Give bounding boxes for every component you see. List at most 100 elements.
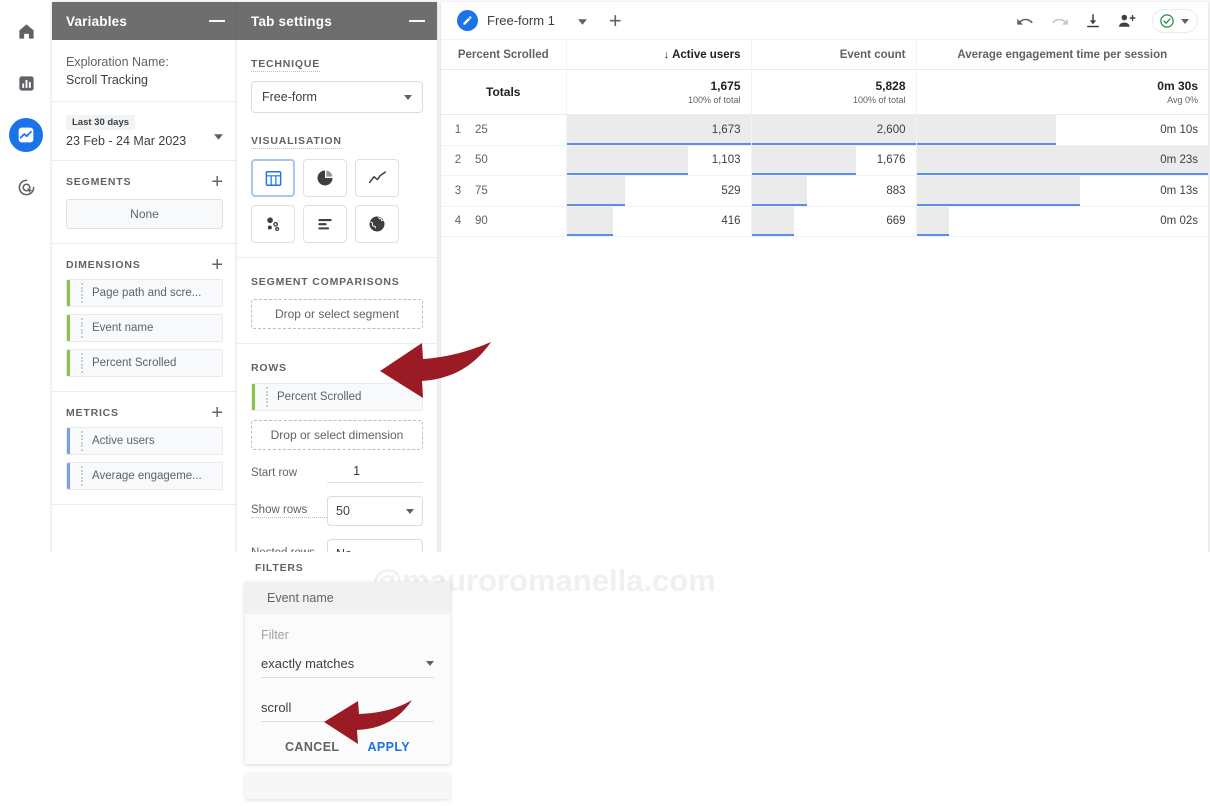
filter-value-input[interactable]: scroll [261,700,434,722]
rows-chip-label: Percent Scrolled [277,391,362,403]
drag-handle-icon[interactable] [261,387,271,407]
viz-option-donut-chart[interactable] [303,159,347,197]
column-header-avg-engagement[interactable]: Average engagement time per session [915,40,1208,70]
segment-comparisons-section: SEGMENT COMPARISONS Drop or select segme… [237,258,437,343]
table-chart-icon [265,170,281,186]
table-row[interactable]: 1 25 1,673 2,600 0m 10s [441,115,1208,146]
scatter-chart-icon [267,217,280,232]
date-range-selector[interactable]: Last 30 days 23 Feb - 24 Mar 2023 [52,102,237,160]
table-row[interactable]: 2 50 1,103 1,676 0m 23s [441,145,1208,176]
row-avg-engagement-cell: 0m 02s [915,206,1208,237]
totals-avg-engagement-cell: 0m 30s Avg 0% [915,70,1208,115]
start-row-value[interactable]: 1 [327,463,423,483]
save-status-badge[interactable] [1152,9,1198,33]
row-event-count-cell: 669 [750,206,916,237]
drag-handle-icon[interactable] [76,431,86,451]
drag-handle-icon[interactable] [76,466,86,486]
show-rows-select[interactable]: 50 [327,496,423,526]
filter-cancel-button[interactable]: CANCEL [285,740,339,754]
rows-drop-zone[interactable]: Drop or select dimension [251,420,423,450]
viz-option-geo-map[interactable] [355,205,399,243]
chevron-down-icon[interactable] [577,12,587,30]
drag-handle-icon[interactable] [76,283,86,303]
row-dimension-value: 75 [475,184,488,197]
metric-chip-active-users[interactable]: Active users [66,427,223,455]
cell-value: 1,673 [711,123,741,136]
viz-option-scatter-chart[interactable] [251,205,295,243]
undo-icon [1017,18,1033,25]
row-avg-engagement-cell: 0m 10s [915,115,1208,146]
technique-section: TECHNIQUE Free-form VISUALISATION [237,40,437,257]
explore-icon [18,127,34,143]
row-dimension-value: 50 [475,154,488,167]
cell-value: 0m 10s [1160,123,1198,136]
dimension-chip-percent-scrolled[interactable]: Percent Scrolled [66,349,223,377]
metric-chip-avg-engagement[interactable]: Average engageme... [66,462,223,490]
add-metric-button[interactable]: + [211,403,223,423]
filter-apply-button[interactable]: APPLY [367,740,410,754]
column-label: Event count [839,48,906,61]
segments-none-item[interactable]: None [66,199,223,229]
nested-rows-select[interactable]: No [327,539,423,552]
add-tab-button[interactable]: + [609,8,622,34]
dimension-accent-bar [252,384,255,410]
show-rows-field[interactable]: Show rows 50 [251,496,423,526]
redo-button[interactable] [1050,12,1069,31]
drag-handle-icon[interactable] [76,353,86,373]
metrics-section: METRICS + Active users Average engageme.… [52,392,237,504]
undo-button[interactable] [1016,12,1035,31]
viz-option-bar-chart[interactable] [303,205,347,243]
nav-item-advertising[interactable] [9,170,43,204]
row-active-users-cell: 1,673 [565,115,751,146]
segment-drop-zone[interactable]: Drop or select segment [251,299,423,329]
table-row[interactable]: 3 75 529 883 0m 13s [441,176,1208,207]
row-dimension-cell: 2 50 [441,146,566,176]
row-active-users-cell: 1,103 [565,145,751,176]
geo-map-icon [369,216,385,232]
drag-handle-icon[interactable] [76,318,86,338]
filter-add-placeholder[interactable] [245,773,450,799]
rows-section: ROWS Percent Scrolled Drop or select dim… [237,344,437,552]
technique-value: Free-form [262,90,317,104]
dimension-accent-bar [67,350,70,376]
nav-item-home[interactable] [9,14,43,48]
share-button[interactable] [1117,12,1137,30]
technique-select[interactable]: Free-form [251,81,423,113]
tab-settings-panel-body: TECHNIQUE Free-form VISUALISATION SEGMEN… [237,40,437,552]
column-header-percent-scrolled[interactable]: Percent Scrolled [441,40,566,70]
variables-panel-body: Exploration Name: Scroll Tracking Last 3… [52,40,237,505]
viz-option-line-chart[interactable] [355,159,399,197]
nav-item-explore[interactable] [9,118,43,152]
totals-subvalue: 100% of total [687,95,741,105]
tab-bar: Free-form 1 + [441,2,1208,40]
tab-free-form-1[interactable]: Free-form 1 [451,4,597,38]
rows-chip-percent-scrolled[interactable]: Percent Scrolled [251,383,423,411]
totals-value: 5,828 [875,79,906,93]
metric-accent-bar [67,428,70,454]
cell-value: 1,103 [711,154,741,167]
row-dimension-cell: 4 90 [441,207,566,237]
nested-rows-label: Nested rows [251,547,327,552]
column-header-active-users[interactable]: ↓ Active users [565,40,751,70]
column-header-event-count[interactable]: Event count [750,40,916,70]
filter-chip-event-name[interactable]: Event name [245,582,450,614]
nav-item-reports[interactable] [9,66,43,100]
dimension-chip-event-name[interactable]: Event name [66,314,223,342]
show-rows-label: Show rows [251,504,327,518]
add-segment-button[interactable]: + [211,172,223,192]
variables-minimize-button[interactable] [209,20,225,22]
nested-rows-field[interactable]: Nested rows No [251,539,423,552]
viz-option-table-chart[interactable] [251,159,295,197]
table-row[interactable]: 4 90 416 669 0m 02s [441,206,1208,237]
filter-match-type-select[interactable]: exactly matches [261,656,434,678]
tab-settings-minimize-button[interactable] [409,20,425,22]
totals-subvalue: Avg 0% [1167,95,1198,105]
exploration-name-block[interactable]: Exploration Name: Scroll Tracking [52,40,237,101]
dimension-chip-label: Event name [92,322,154,334]
app-shell: Variables Exploration Name: Scroll Track… [0,0,1210,552]
add-dimension-button[interactable]: + [211,255,223,275]
download-button[interactable] [1084,12,1102,30]
visualisation-options [251,159,423,243]
start-row-field[interactable]: Start row 1 [251,463,423,483]
dimension-chip-page-path[interactable]: Page path and scre... [66,279,223,307]
